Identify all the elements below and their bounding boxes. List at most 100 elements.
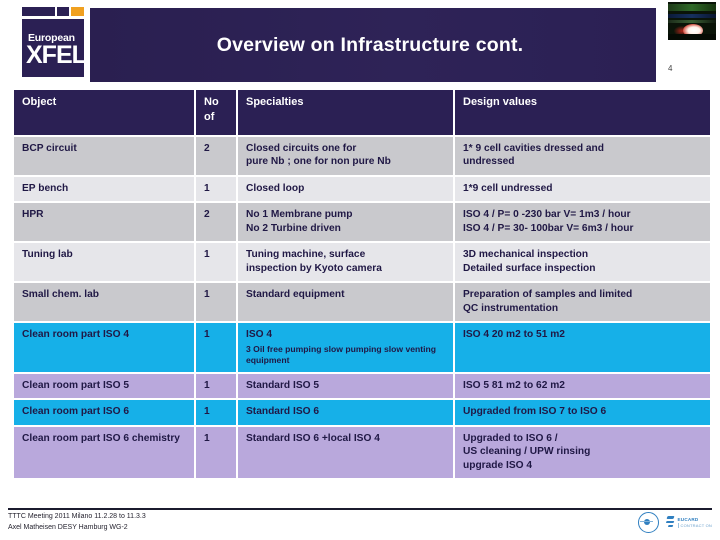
cell-object: HPR xyxy=(14,203,194,242)
footer-line-author: Axel Matheisen DESY Hamburg WG-2 xyxy=(8,523,128,531)
page-title: Overview on Infrastructure cont. xyxy=(216,34,524,56)
table-row: EP bench 1 Closed loop 1*9 cell undressed xyxy=(14,176,710,202)
infrastructure-table: Object No of Specialties Design values B… xyxy=(12,88,712,480)
cell-design-values-line: 3D mechanical inspection xyxy=(463,249,589,261)
cell-design-values: Upgraded from ISO 7 to ISO 6 xyxy=(455,400,710,425)
cell-design-values-line: 1*9 cell undressed xyxy=(463,182,553,194)
footer-line-meeting: TTTC Meeting 2011 Milano 11.2.28 to 11.3… xyxy=(8,513,146,520)
cell-specialties-line: ISO 4 xyxy=(246,329,273,341)
cell-object: Clean room part ISO 4 xyxy=(14,323,194,372)
footer-text: TTTC Meeting 2011 Milano 11.2.28 to 11.3… xyxy=(8,512,146,533)
table-row: HPR 2 No 1 Membrane pump No 2 Turbine drive… xyxy=(14,203,710,242)
cell-object: BCP circuit xyxy=(14,137,194,175)
cell-specialties: Standard ISO 6 +local ISO 4 xyxy=(238,426,453,479)
footer-divider xyxy=(8,508,712,510)
cell-object: Small chem. lab xyxy=(14,283,194,322)
cell-object: Tuning lab xyxy=(14,243,194,282)
cell-no-of: 1 xyxy=(196,373,236,399)
cell-specialties-line: Closed circuits one for xyxy=(246,143,357,154)
cell-specialties-line: pure Nb ; one for non pure Nb xyxy=(246,156,391,168)
eucard-logo-text: EUCARD CONTRACT ON xyxy=(677,516,712,529)
cell-design-values: Preparation of samples and limited QC ins… xyxy=(455,283,710,322)
cell-design-values-line: 1* 9 cell cavities dressed and xyxy=(463,143,605,154)
cell-design-values-line: Detailed surface inspection xyxy=(463,262,596,274)
cell-design-values: Upgraded to ISO 6 / US cleaning / UPW rin… xyxy=(455,426,710,479)
cell-no-of: 1 xyxy=(196,243,236,282)
logo-box: European XFEL xyxy=(22,19,87,77)
cell-object: Clean room part ISO 5 xyxy=(14,373,194,399)
cell-specialties-line: Standard equipment xyxy=(246,289,345,301)
table-body: BCP circuit 2 Closed circuits one for pure … xyxy=(14,137,710,479)
cell-design-values-line: upgrade ISO 4 xyxy=(463,459,533,471)
cell-specialties: Tuning machine, surface inspection by Kyo… xyxy=(238,243,453,282)
cell-design-values-line: ISO 4 / P= 30- 100bar V= 6m3 / hour xyxy=(463,222,634,234)
cell-specialties-line: Closed loop xyxy=(246,182,305,194)
table-row: Tuning lab 1 Tuning machine, surface inspec… xyxy=(14,243,710,282)
cell-specialties: ISO 4 3 Oil free pumping slow pumping slo… xyxy=(238,323,453,372)
column-header-no-of-line2: of xyxy=(204,110,215,123)
column-header-object: Object xyxy=(14,90,194,135)
table-row: Clean room part ISO 6 1 Standard ISO 6 Upgr… xyxy=(14,400,710,425)
eucard-mark-icon xyxy=(665,516,676,529)
table-row: Clean room part ISO 6 chemistry 1 Standard… xyxy=(14,426,710,479)
cell-specialties: Closed circuits one for pure Nb ; one for… xyxy=(238,137,453,175)
cell-specialties: Standard ISO 5 xyxy=(238,373,453,399)
column-header-design-values: Design values xyxy=(455,90,710,135)
column-header-no-of: No of xyxy=(196,90,236,135)
logo-text-xfel: XFEL xyxy=(26,41,87,69)
cell-design-values-line: QC instrumentation xyxy=(463,302,559,314)
cell-no-of: 2 xyxy=(196,203,236,242)
cell-design-values-line: undressed xyxy=(463,156,515,168)
table-row: BCP circuit 2 Closed circuits one for pure … xyxy=(14,137,710,175)
cell-specialties-line: Tuning machine, surface xyxy=(246,249,366,261)
column-header-specialties: Specialties xyxy=(238,90,453,135)
column-header-no-of-line1: No xyxy=(204,96,219,108)
institute-circle-logo xyxy=(637,512,659,533)
cell-design-values-line: Upgraded to ISO 6 / xyxy=(463,432,558,444)
eucard-logo: EUCARD CONTRACT ON xyxy=(665,516,712,529)
cell-object: Clean room part ISO 6 xyxy=(14,400,194,425)
cell-design-values: ISO 5 81 m2 to 62 m2 xyxy=(455,373,710,399)
cell-specialties-line: Standard ISO 5 xyxy=(246,379,320,391)
cell-specialties-line: inspection by Kyoto camera xyxy=(246,262,382,274)
eucard-logo-title: EUCARD xyxy=(677,516,699,522)
cell-specialties: No 1 Membrane pump No 2 Turbine driven xyxy=(238,203,453,242)
cell-specialties-line: Standard ISO 6 +local ISO 4 xyxy=(246,432,380,444)
cell-design-values: ISO 4 / P= 0 -230 bar V= 1m3 / hour ISO 4… xyxy=(455,203,710,242)
page-number: 4 xyxy=(668,64,673,73)
cell-design-values: 3D mechanical inspection Detailed surface… xyxy=(455,243,710,282)
cell-specialties-line: No 2 Turbine driven xyxy=(246,222,341,234)
european-xfel-logo: European XFEL xyxy=(8,2,88,86)
infrastructure-table-wrapper: Object No of Specialties Design values B… xyxy=(12,88,710,480)
cell-specialties-line: Standard ISO 6 xyxy=(246,406,320,418)
cell-specialties-subtext: 3 Oil free pumping slow pumping slow ven… xyxy=(246,343,437,365)
slide-header: European XFEL Overview on Infrastructure… xyxy=(0,0,720,86)
eucard-logo-subtitle: CONTRACT ON xyxy=(677,523,712,529)
cell-no-of: 1 xyxy=(196,323,236,372)
cell-specialties-line: No 1 Membrane pump xyxy=(246,209,353,221)
cell-no-of: 1 xyxy=(196,283,236,322)
logo-tick-marks xyxy=(22,7,84,16)
cell-specialties: Standard ISO 6 xyxy=(238,400,453,425)
cell-design-values-line: ISO 5 81 m2 to 62 m2 xyxy=(463,379,565,391)
cell-design-values: ISO 4 20 m2 to 51 m2 xyxy=(455,323,710,372)
cell-design-values-line: Upgraded from ISO 7 to ISO 6 xyxy=(463,406,607,418)
cell-object: Clean room part ISO 6 chemistry xyxy=(14,426,194,479)
cell-design-values-line: US cleaning / UPW rinsing xyxy=(463,446,591,458)
cell-design-values: 1* 9 cell cavities dressed and undressed xyxy=(455,137,710,175)
cell-design-values: 1*9 cell undressed xyxy=(455,176,710,202)
cell-no-of: 1 xyxy=(196,176,236,202)
cell-object: EP bench xyxy=(14,176,194,202)
cell-specialties: Closed loop xyxy=(238,176,453,202)
footer-logos: EUCARD CONTRACT ON xyxy=(637,512,712,533)
cell-design-values-line: Preparation of samples and limited xyxy=(463,289,633,301)
cell-no-of: 1 xyxy=(196,400,236,425)
cell-design-values-line: ISO 4 20 m2 to 51 m2 xyxy=(463,329,565,341)
cell-no-of: 1 xyxy=(196,426,236,479)
cell-design-values-line: ISO 4 / P= 0 -230 bar V= 1m3 / hour xyxy=(463,209,631,221)
table-header-row: Object No of Specialties Design values xyxy=(14,90,710,135)
table-row: Clean room part ISO 4 1 ISO 4 3 Oil free pu… xyxy=(14,323,710,372)
abstract-beam-photo xyxy=(668,2,716,40)
cell-no-of: 2 xyxy=(196,137,236,175)
table-row: Clean room part ISO 5 1 Standard ISO 5 ISO … xyxy=(14,373,710,399)
